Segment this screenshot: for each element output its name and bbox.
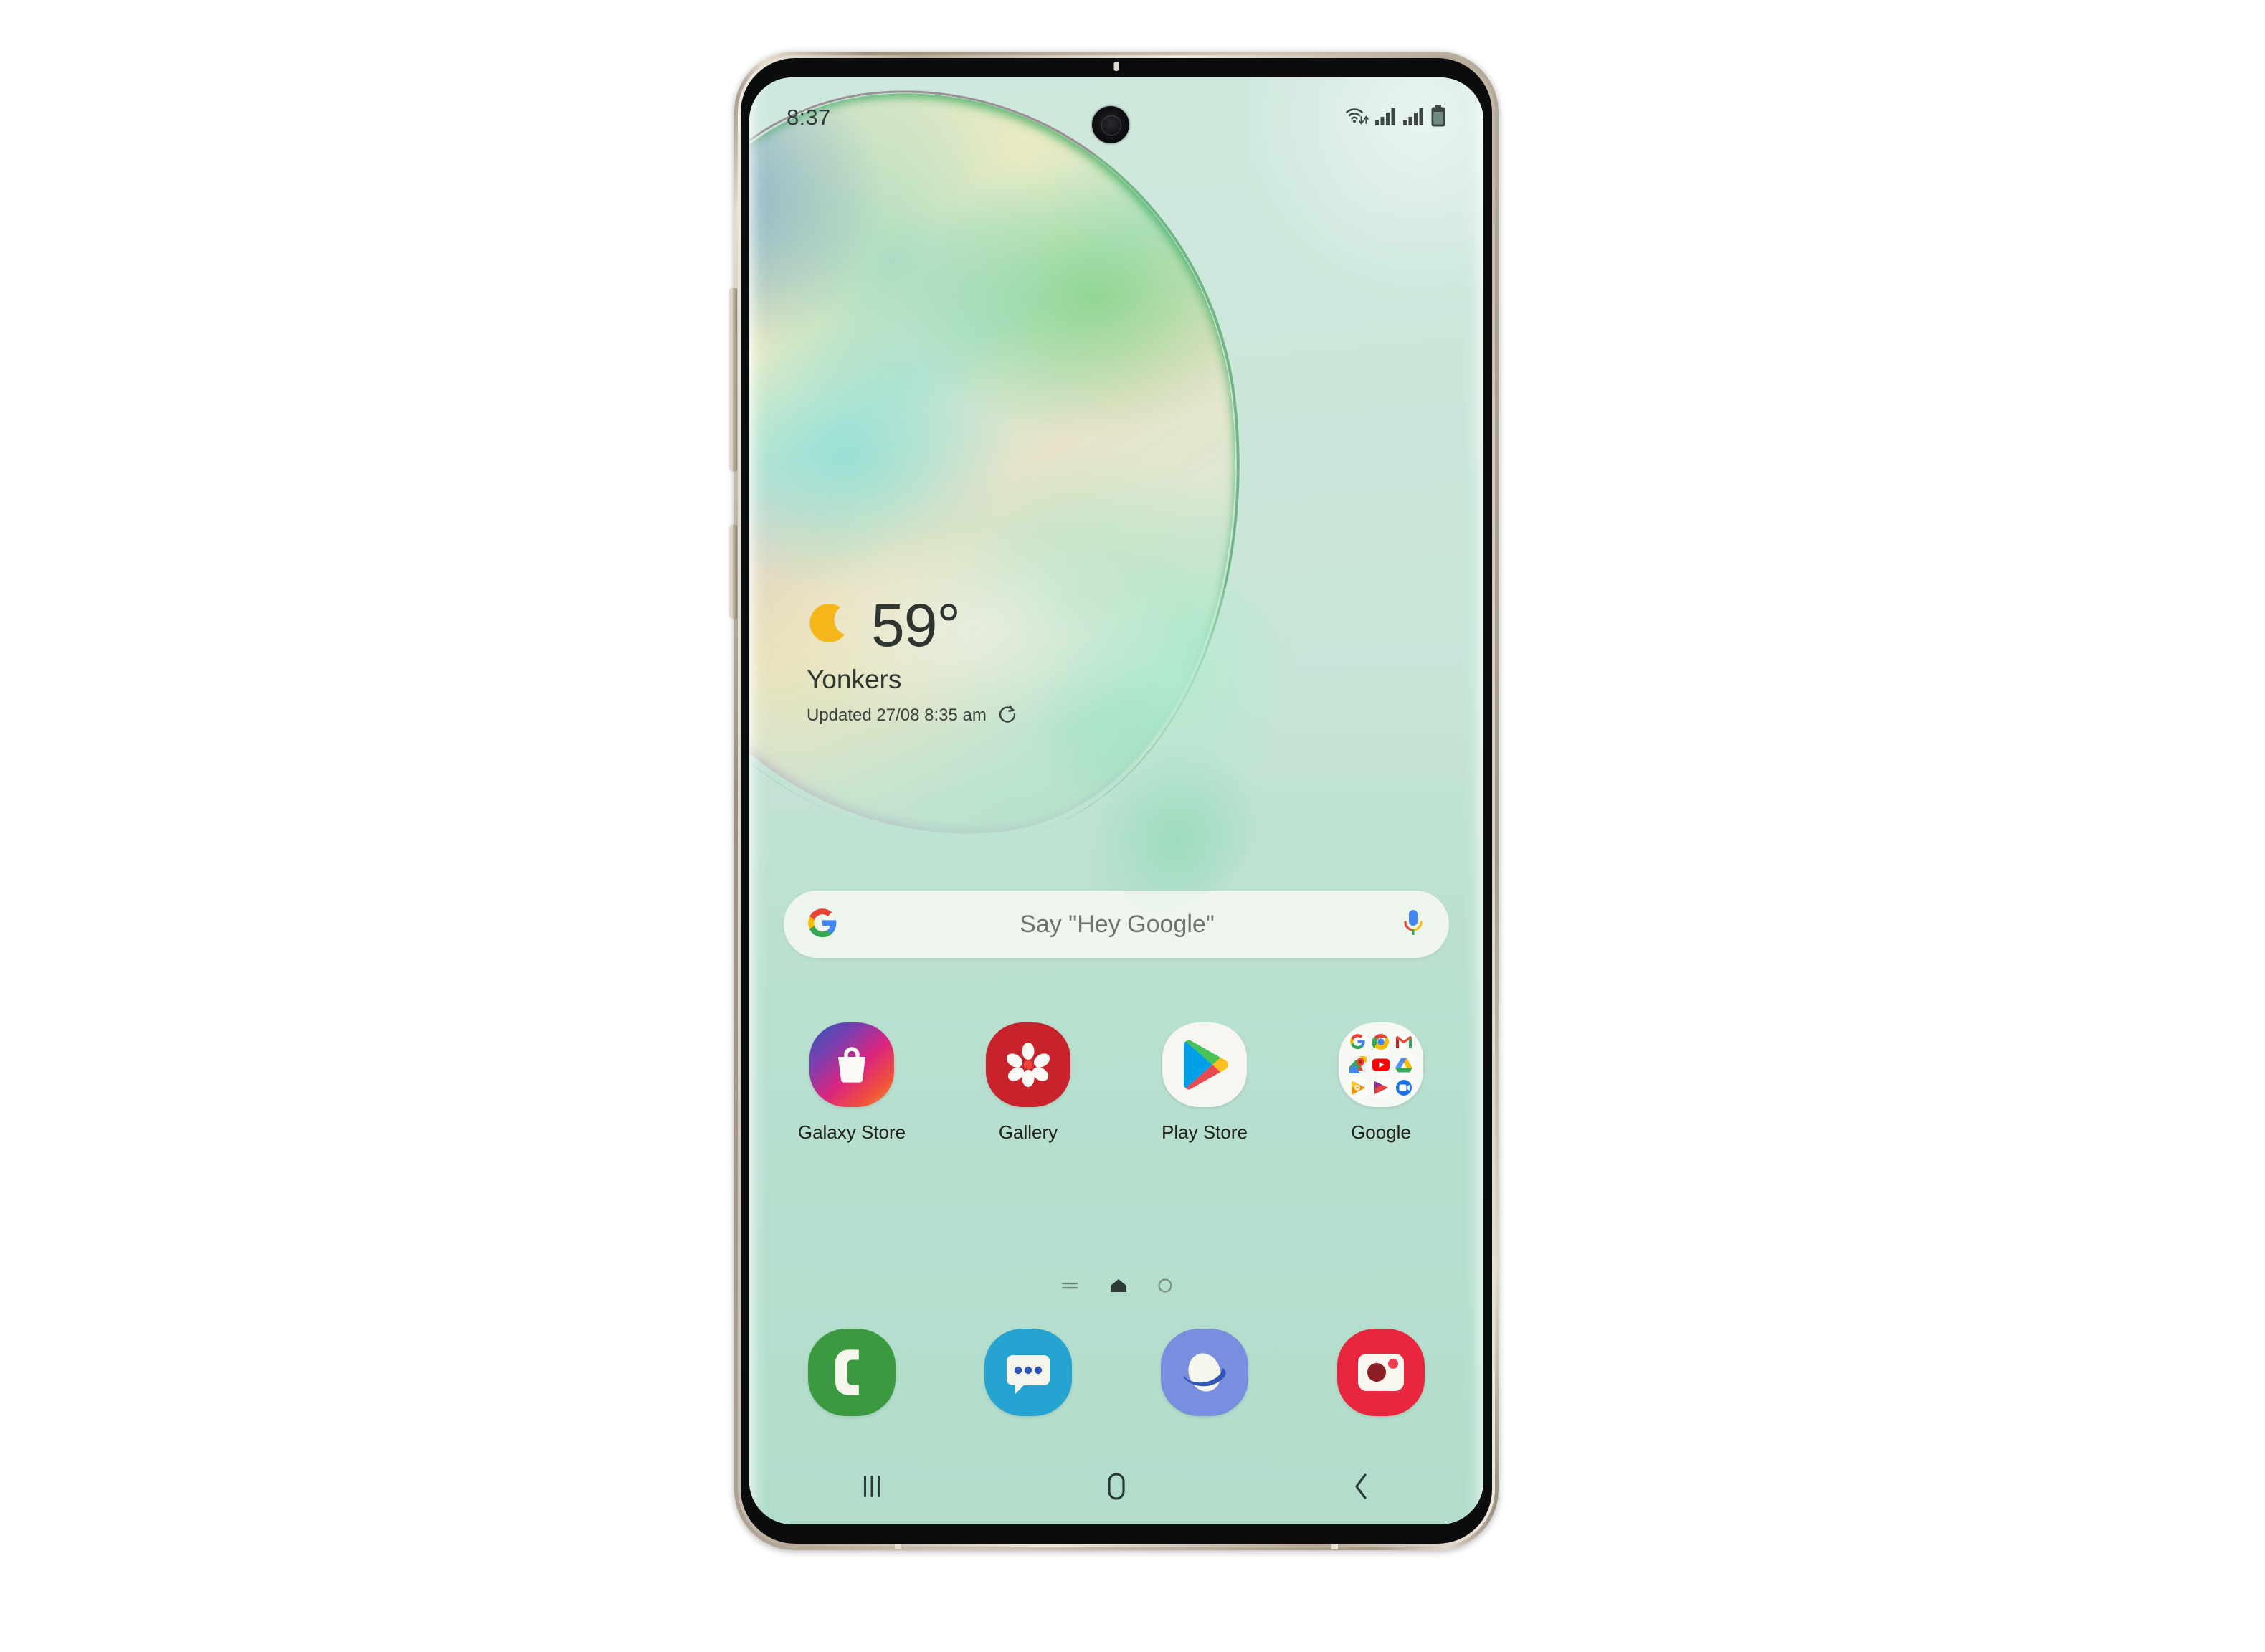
signal-sim1-icon xyxy=(1374,105,1397,130)
volume-rocker[interactable] xyxy=(731,288,737,471)
play-movies-icon xyxy=(1371,1078,1391,1098)
app-gallery[interactable]: Gallery xyxy=(960,1022,1096,1144)
back-chevron-icon xyxy=(1349,1471,1373,1506)
back-button[interactable] xyxy=(1307,1460,1415,1516)
drive-icon xyxy=(1394,1055,1414,1075)
wallpaper-sheen xyxy=(1122,77,1483,522)
internet-browser-icon[interactable] xyxy=(1161,1329,1248,1416)
app-label: Gallery xyxy=(998,1121,1058,1143)
wifi-icon xyxy=(1345,105,1369,130)
signal-sim2-icon xyxy=(1402,105,1425,130)
google-icon xyxy=(1348,1032,1368,1052)
front-camera xyxy=(1092,106,1129,143)
dock-item-phone[interactable] xyxy=(784,1329,920,1416)
google-search-bar[interactable]: Say "Hey Google" xyxy=(784,891,1449,958)
page-dot-next[interactable] xyxy=(1157,1277,1174,1298)
dock-item-camera[interactable] xyxy=(1313,1329,1449,1416)
refresh-icon[interactable] xyxy=(997,703,1018,728)
status-time: 8:37 xyxy=(787,105,831,130)
phone-screen: 8:37 59° Yonkers Updated 27/08 8:35 am S… xyxy=(749,77,1483,1524)
gallery-icon[interactable] xyxy=(986,1022,1070,1107)
maps-icon xyxy=(1348,1055,1368,1075)
weather-updated-text: Updated 27/08 8:35 am xyxy=(807,706,987,726)
camera-icon[interactable] xyxy=(1337,1329,1425,1416)
weather-updated-row: Updated 27/08 8:35 am xyxy=(807,703,1179,728)
battery-icon xyxy=(1430,104,1446,131)
dock xyxy=(784,1329,1449,1416)
recents-button[interactable] xyxy=(818,1460,926,1516)
chrome-icon xyxy=(1371,1032,1391,1052)
microphone-icon[interactable] xyxy=(1400,907,1426,942)
page-dot-feed[interactable] xyxy=(1059,1277,1081,1298)
page-indicator xyxy=(749,1276,1483,1299)
play-store-icon[interactable] xyxy=(1162,1022,1247,1107)
weather-city: Yonkers xyxy=(807,664,902,694)
galaxy-store-icon[interactable] xyxy=(809,1022,894,1107)
google-folder-icon[interactable] xyxy=(1339,1022,1423,1107)
navigation-bar xyxy=(749,1460,1483,1516)
dock-item-internet[interactable] xyxy=(1136,1329,1273,1416)
weather-widget[interactable]: 59° Yonkers Updated 27/08 8:35 am xyxy=(807,592,1179,728)
home-nav-icon xyxy=(1102,1471,1131,1506)
app-google-folder[interactable]: Google xyxy=(1313,1022,1449,1144)
weather-header: 59° xyxy=(807,592,1179,659)
phone-device: 8:37 59° Yonkers Updated 27/08 8:35 am S… xyxy=(731,52,1499,1550)
app-grid-row: Galaxy Store Gallery Play Store Google xyxy=(784,1022,1449,1144)
status-icons xyxy=(1345,104,1446,131)
recents-icon xyxy=(858,1471,886,1505)
dock-item-messages[interactable] xyxy=(960,1329,1096,1416)
play-music-icon xyxy=(1348,1078,1368,1098)
app-label: Google xyxy=(1351,1121,1411,1143)
app-play-store[interactable]: Play Store xyxy=(1136,1022,1273,1144)
duo-icon xyxy=(1394,1078,1414,1098)
power-button[interactable] xyxy=(731,525,737,618)
home-button[interactable] xyxy=(1063,1460,1170,1516)
earpiece-speaker xyxy=(1113,62,1119,71)
app-label: Play Store xyxy=(1162,1121,1248,1143)
weather-temperature: 59° xyxy=(871,592,961,659)
page-dot-home[interactable] xyxy=(1109,1276,1128,1299)
google-g-icon xyxy=(807,907,838,942)
messages-icon[interactable] xyxy=(984,1329,1072,1416)
crescent-moon-icon xyxy=(807,597,860,654)
bottom-port-right xyxy=(1331,1544,1338,1549)
youtube-icon xyxy=(1371,1055,1391,1075)
gmail-icon xyxy=(1394,1032,1414,1052)
app-galaxy-store[interactable]: Galaxy Store xyxy=(784,1022,920,1144)
bottom-port-left xyxy=(895,1544,901,1549)
search-placeholder: Say "Hey Google" xyxy=(1020,910,1215,938)
app-label: Galaxy Store xyxy=(797,1121,906,1143)
phone-icon[interactable] xyxy=(808,1329,896,1416)
